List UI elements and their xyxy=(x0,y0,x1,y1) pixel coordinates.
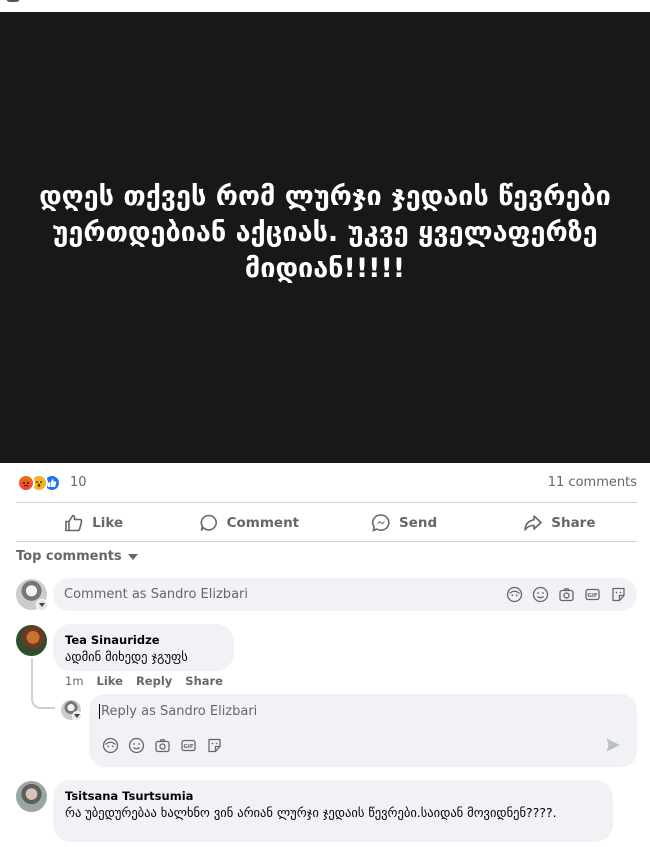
divider xyxy=(16,502,637,503)
avatar-sticker-icon[interactable] xyxy=(506,586,523,603)
divider xyxy=(16,541,637,542)
composer-icons: GIF xyxy=(506,586,627,603)
comment-author[interactable]: Tsitsana Tsurtsumia xyxy=(65,788,601,804)
comment-text: რა უბედურებაა ხალხნო ვინ არიან ლურჯი ჯედ… xyxy=(65,805,557,820)
comment-text: ადმინ მიხედე ჯგუფს xyxy=(65,649,188,664)
comment-label: Comment xyxy=(226,515,300,531)
comment-placeholder: Comment as Sandro Elizbari xyxy=(64,587,248,602)
svg-text:GIF: GIF xyxy=(183,744,194,750)
comment-meta: 1m Like Reply Share xyxy=(65,674,223,688)
messenger-icon xyxy=(371,514,390,532)
gif-icon[interactable]: GIF xyxy=(584,586,601,603)
thread-connector xyxy=(31,658,55,709)
reaction-count[interactable]: 10 xyxy=(70,475,87,490)
account-switch-icon[interactable] xyxy=(36,599,48,611)
share-label: Share xyxy=(551,515,596,531)
sticker-icon[interactable] xyxy=(206,737,223,754)
emoji-icon[interactable] xyxy=(532,586,549,603)
comment-time[interactable]: 1m xyxy=(65,674,84,688)
comment-reply-link[interactable]: Reply xyxy=(136,674,172,688)
sort-label: Top comments xyxy=(16,549,122,564)
comment-button[interactable]: Comment xyxy=(171,505,326,541)
account-switch-icon[interactable] xyxy=(72,711,82,721)
post-stats: 10 11 comments xyxy=(0,463,650,505)
reply-placeholder: Reply as Sandro Elizbari xyxy=(99,704,258,719)
camera-icon[interactable] xyxy=(154,737,171,754)
comment-bubble-icon xyxy=(200,514,217,531)
comments-count[interactable]: 11 comments xyxy=(548,475,637,490)
send-comment-icon[interactable] xyxy=(605,737,621,753)
avatar[interactable] xyxy=(16,781,47,812)
sticker-icon[interactable] xyxy=(610,586,627,603)
comment-like-link[interactable]: Like xyxy=(97,674,123,688)
sort-comments-dropdown[interactable]: Top comments xyxy=(16,549,138,564)
like-label: Like xyxy=(92,515,124,531)
reaction-icons[interactable] xyxy=(17,474,61,492)
send-label: Send xyxy=(399,515,438,531)
avatar[interactable] xyxy=(16,625,47,656)
gif-icon[interactable]: GIF xyxy=(180,737,197,754)
facebook-post-page: დღეს თქვეს რომ ლურჯი ჯედაის წევრები უერთ… xyxy=(0,0,650,847)
emoji-icon[interactable] xyxy=(128,737,145,754)
comment-bubble: Tsitsana Tsurtsumia რა უბედურებაა ხალხნო… xyxy=(53,780,613,842)
comment-bubble: Tea Sinauridze ადმინ მიხედე ჯგუფს xyxy=(53,624,234,671)
comment-input[interactable]: Comment as Sandro Elizbari GIF xyxy=(53,578,637,611)
svg-text:GIF: GIF xyxy=(587,593,598,599)
avatar-sticker-icon[interactable] xyxy=(102,737,119,754)
reply-composer-icons: GIF xyxy=(102,737,223,754)
camera-icon[interactable] xyxy=(558,586,575,603)
reply-input[interactable]: Reply as Sandro Elizbari GIF xyxy=(89,694,637,767)
share-arrow-icon xyxy=(524,515,543,531)
comment-share-link[interactable]: Share xyxy=(185,674,223,688)
top-strip xyxy=(0,0,650,12)
share-button[interactable]: Share xyxy=(482,505,637,541)
comment-author[interactable]: Tea Sinauridze xyxy=(65,632,222,648)
post-image[interactable]: დღეს თქვეს რომ ლურჯი ჯედაის წევრები უერთ… xyxy=(0,12,650,463)
scrollbar-nub xyxy=(6,0,20,2)
angry-icon xyxy=(17,474,35,492)
thumbs-up-icon xyxy=(65,514,83,532)
send-button[interactable]: Send xyxy=(327,505,482,541)
caret-down-icon xyxy=(127,553,138,560)
like-button[interactable]: Like xyxy=(16,505,171,541)
post-actions: Like Comment Send Share xyxy=(16,505,637,541)
post-image-text: დღეს თქვეს რომ ლურჯი ჯედაის წევრები უერთ… xyxy=(39,180,611,284)
